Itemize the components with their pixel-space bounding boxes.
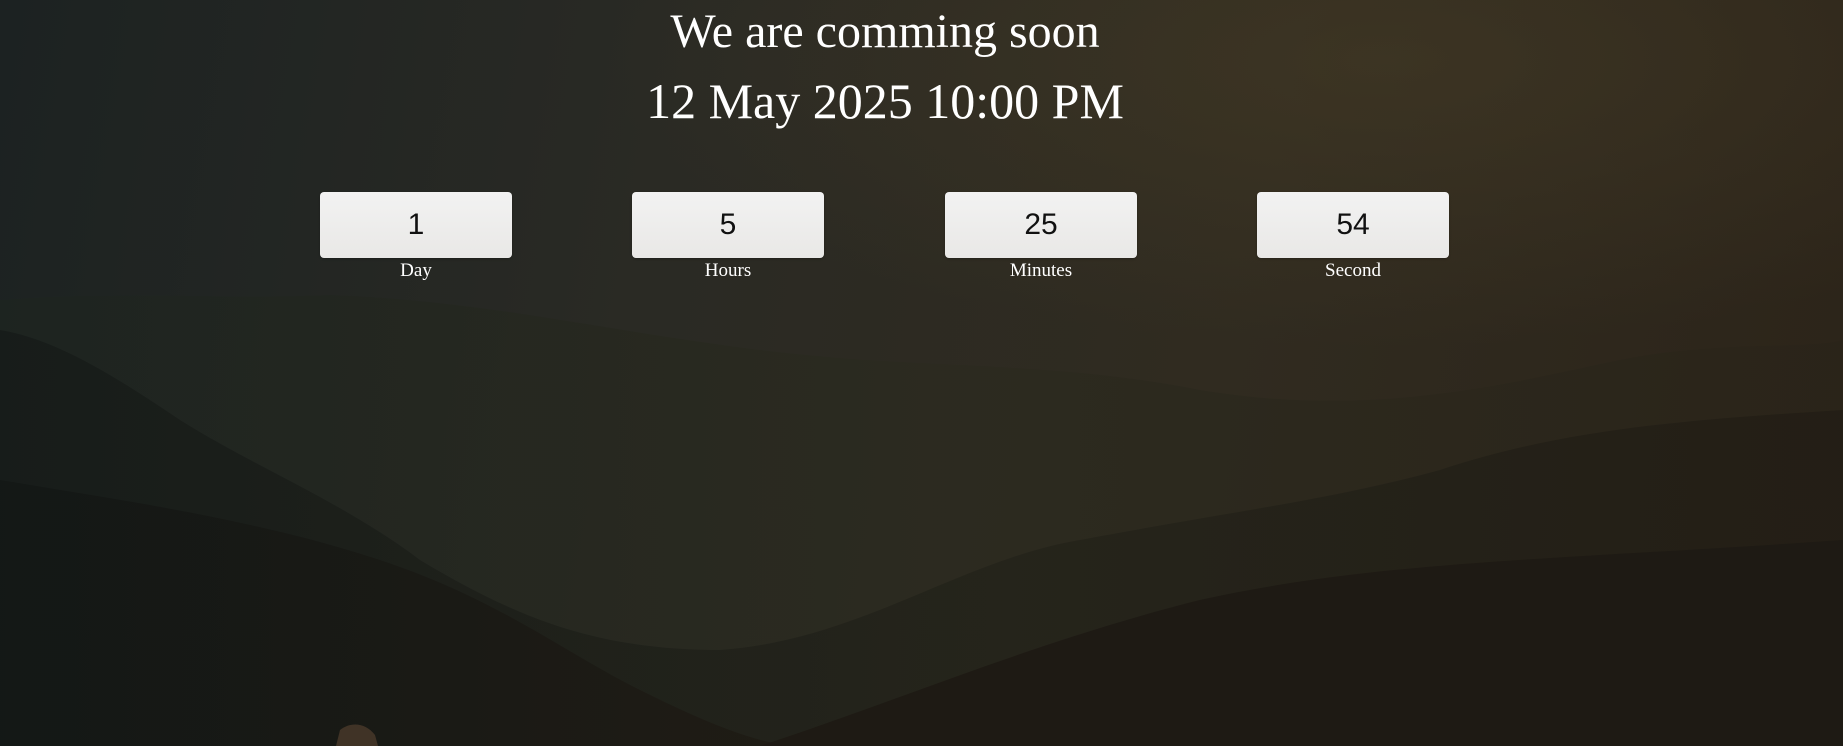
- countdown-day: 1 Day: [320, 192, 512, 282]
- countdown-hours-label: Hours: [704, 260, 752, 281]
- coming-soon-page: We are comming soon 12 May 2025 10:00 PM…: [0, 0, 1843, 746]
- countdown-minutes: 25 Minutes: [945, 192, 1137, 282]
- countdown-seconds: 54 Second: [1257, 192, 1449, 282]
- launch-date: 12 May 2025 10:00 PM: [646, 73, 1124, 129]
- countdown-minutes-label: Minutes: [1009, 260, 1073, 281]
- countdown-minutes-value: 25: [945, 192, 1137, 258]
- countdown-seconds-label: Second: [1325, 260, 1381, 281]
- countdown-day-value: 1: [320, 192, 512, 258]
- countdown-seconds-value: 54: [1257, 192, 1449, 258]
- countdown-hours-value: 5: [632, 192, 824, 258]
- page-title: We are comming soon: [670, 5, 1100, 58]
- countdown-hours: 5 Hours: [632, 192, 824, 282]
- countdown-day-label: Day: [400, 260, 432, 281]
